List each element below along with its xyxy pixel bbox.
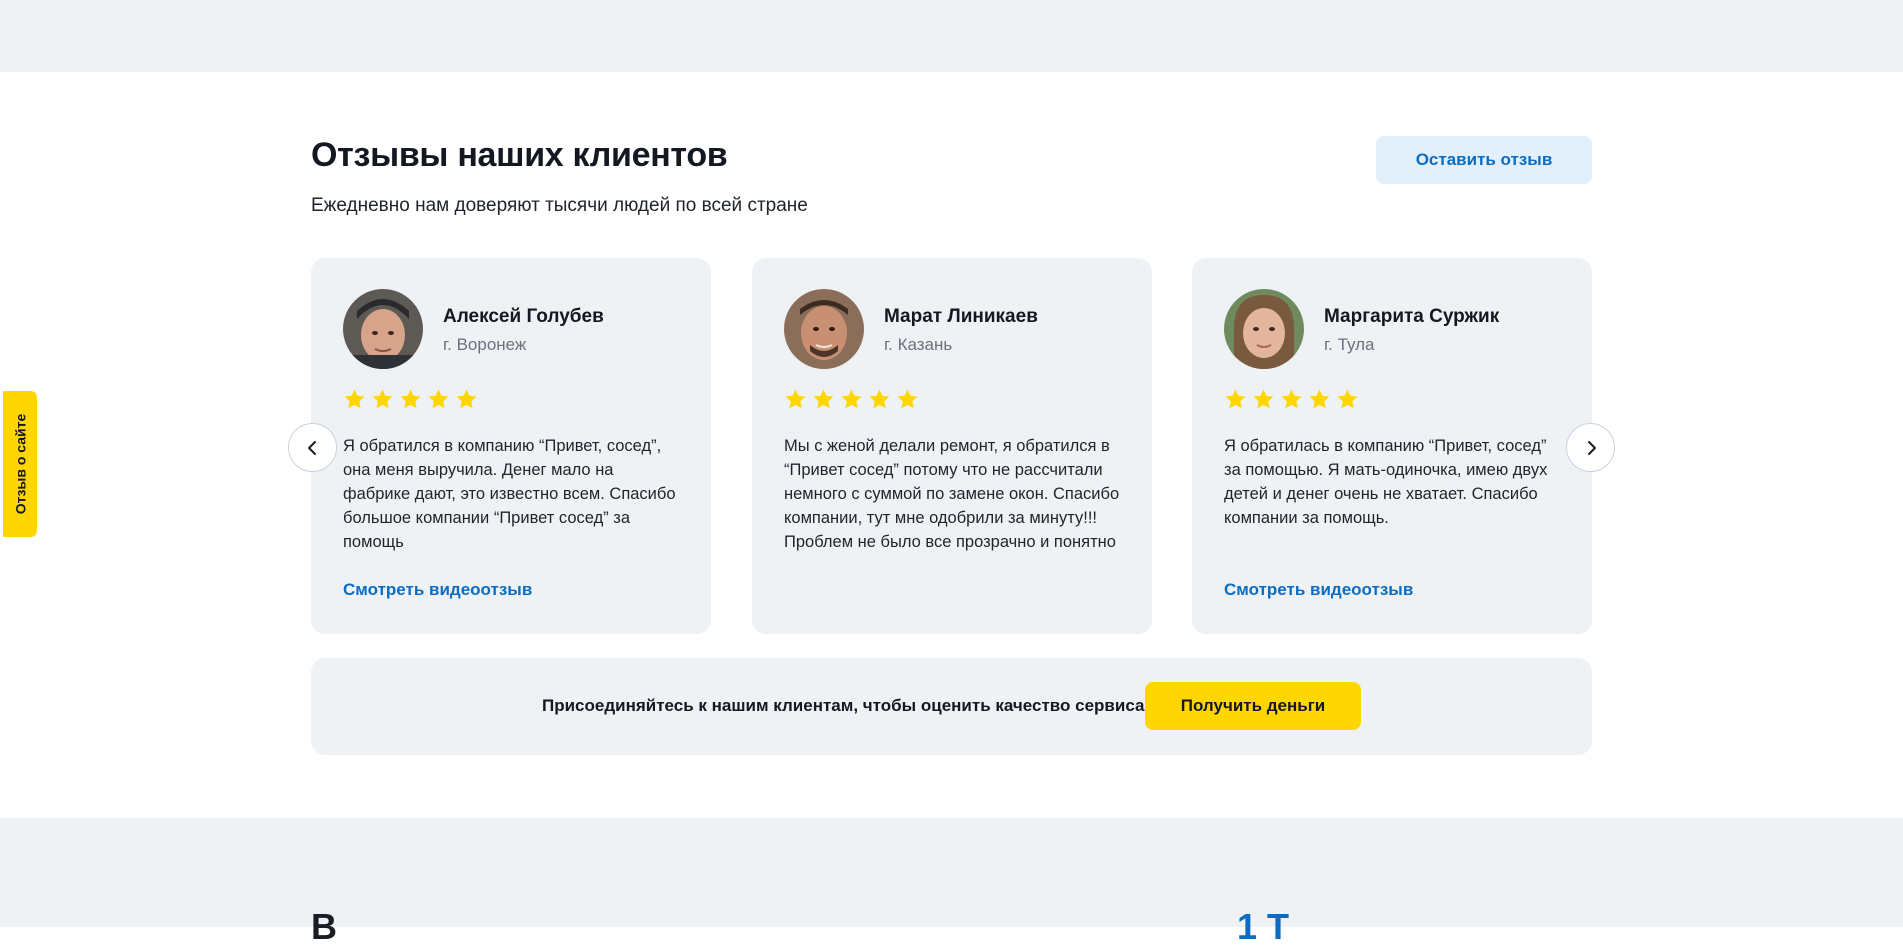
rating-stars <box>343 388 478 411</box>
review-text: Я обратилась в компанию “Привет, сосед” … <box>1224 437 1548 527</box>
review-text: Мы с женой делали ремонт, я обратился в … <box>784 437 1120 551</box>
star-icon <box>428 389 449 409</box>
star-icon <box>1337 389 1358 409</box>
reviewer-name: Алексей Голубев <box>443 306 604 327</box>
top-section-band <box>0 0 1903 72</box>
avatar <box>1224 289 1304 369</box>
join-clients-cta: Присоединяйтесь к нашим клиентам, чтобы … <box>311 658 1592 755</box>
review-card: Алексей Голубев г. Воронеж Я обратился в… <box>311 258 711 634</box>
star-icon <box>1309 389 1330 409</box>
reviewer-city: г. Казань <box>884 335 953 354</box>
star-icon <box>1281 389 1302 409</box>
star-icon <box>1225 389 1246 409</box>
chevron-left-icon <box>307 440 316 455</box>
star-icon <box>344 389 365 409</box>
section-title: Отзывы наших клиентов <box>311 136 728 174</box>
review-card: Маргарита Суржик г. Тула Я обратилась в … <box>1192 258 1592 634</box>
star-icon <box>869 389 890 409</box>
reviewer-city: г. Воронеж <box>443 335 527 354</box>
next-section-title: В 1 Т <box>311 906 1289 948</box>
rating-stars <box>784 388 919 411</box>
review-text: Я обратился в компанию “Привет, сосед”, … <box>343 437 676 551</box>
carousel-prev-button[interactable] <box>288 423 337 472</box>
star-icon <box>785 389 806 409</box>
site-feedback-tab[interactable]: Отзыв о сайте <box>3 391 37 537</box>
watch-video-review-link[interactable]: Смотреть видеоотзыв <box>1224 580 1413 600</box>
watch-video-review-link[interactable]: Смотреть видеоотзыв <box>343 580 532 600</box>
cta-text: Присоединяйтесь к нашим клиентам, чтобы … <box>542 696 1151 715</box>
avatar <box>784 289 864 369</box>
rating-stars <box>1224 388 1359 411</box>
reviewer-city: г. Тула <box>1324 335 1375 354</box>
star-icon <box>841 389 862 409</box>
review-card: Марат Линикаев г. Казань Мы с женой дела… <box>752 258 1152 634</box>
star-icon <box>372 389 393 409</box>
star-icon <box>1253 389 1274 409</box>
section-subtitle: Ежедневно нам доверяют тысячи людей по в… <box>311 195 808 216</box>
star-icon <box>813 389 834 409</box>
reviewer-name: Марат Линикаев <box>884 306 1038 327</box>
site-feedback-tab-label: Отзыв о сайте <box>12 413 28 515</box>
get-money-button[interactable]: Получить деньги <box>1145 682 1361 730</box>
star-icon <box>897 389 918 409</box>
carousel-next-button[interactable] <box>1566 423 1615 472</box>
avatar <box>343 289 423 369</box>
reviewer-name: Маргарита Суржик <box>1324 306 1500 327</box>
star-icon <box>456 389 477 409</box>
leave-review-button[interactable]: Оставить отзыв <box>1376 136 1592 184</box>
star-icon <box>400 389 421 409</box>
chevron-right-icon <box>1587 440 1596 455</box>
